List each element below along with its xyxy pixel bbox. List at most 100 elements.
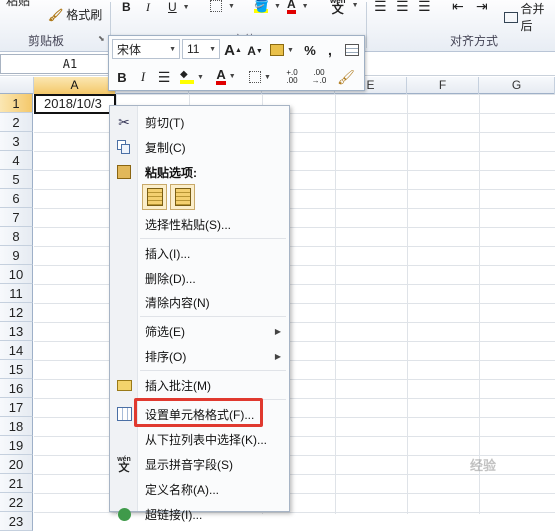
row-header-19[interactable]: 19 (0, 436, 33, 455)
row-header-18[interactable]: 18 (0, 417, 33, 436)
percent-button[interactable]: % (301, 40, 319, 60)
row-header-20[interactable]: 20 (0, 455, 33, 474)
font-name-value: 宋体 (117, 41, 141, 58)
font-color-button[interactable]: A▼ (287, 0, 309, 14)
merge-button[interactable]: 合并后 (504, 0, 555, 34)
bold-button[interactable]: B (113, 67, 131, 87)
fill-color-button[interactable]: ◆▼ (177, 67, 207, 87)
underline-button[interactable]: U▼ (168, 0, 190, 14)
clipboard-group-label: 剪贴板 (28, 32, 64, 49)
row-header-17[interactable]: 17 (0, 398, 33, 417)
align-left-button[interactable]: ☰ (374, 0, 387, 15)
comma-button[interactable]: , (323, 40, 337, 60)
column-header-a[interactable]: A (34, 77, 116, 94)
context-menu: ✂ 剪切(T) 复制(C) 粘贴选项: 选择性粘贴(S)... 插入(I)...… (109, 105, 290, 512)
row-header-3[interactable]: 3 (0, 132, 33, 151)
increase-indent-button[interactable]: ⇥ (476, 0, 488, 15)
paste-option-button[interactable] (142, 184, 167, 210)
highlight-box (134, 398, 263, 427)
paste-values-button[interactable] (170, 184, 195, 210)
phonetic-button[interactable]: wén文▼ (330, 0, 359, 15)
row-header-23[interactable]: 23 (0, 512, 33, 531)
menu-item-sort[interactable]: 排序(O) ▶ (110, 344, 289, 368)
row-header-21[interactable]: 21 (0, 474, 33, 493)
select-all-corner[interactable] (0, 77, 34, 94)
row-header-22[interactable]: 22 (0, 493, 33, 512)
italic-button[interactable]: I (135, 67, 151, 87)
fill-bucket-icon: 🪣 (254, 0, 268, 13)
shrink-font-button[interactable]: A▼ (246, 42, 264, 60)
paste-button[interactable]: 粘贴 (6, 0, 30, 9)
scissors-icon: ✂ (115, 113, 133, 131)
row-header-6[interactable]: 6 (0, 189, 33, 208)
column-line (479, 94, 480, 514)
row-header-7[interactable]: 7 (0, 208, 33, 227)
menu-item-clear-contents[interactable]: 清除内容(N) (110, 290, 289, 314)
dialog-launcher-icon[interactable]: ⬊ (98, 34, 105, 43)
divider (366, 2, 367, 48)
center-button[interactable]: ☰ (155, 67, 173, 87)
format-icon-button[interactable] (343, 41, 361, 59)
row-header-13[interactable]: 13 (0, 322, 33, 341)
bold-button[interactable]: B (122, 0, 131, 14)
menu-item-paste-options: 粘贴选项: (110, 160, 289, 184)
row-header-12[interactable]: 12 (0, 303, 33, 322)
row-header-16[interactable]: 16 (0, 379, 33, 398)
brush-icon: 🖌 (48, 8, 63, 22)
paste-label: 粘贴 (6, 0, 30, 9)
row-header-1[interactable]: 1 (0, 94, 33, 113)
row-header-11[interactable]: 11 (0, 284, 33, 303)
globe-icon (115, 505, 133, 523)
wen-icon: wén文 (115, 455, 133, 473)
row-header-8[interactable]: 8 (0, 227, 33, 246)
clipboard-icon (115, 163, 133, 181)
grow-font-button[interactable]: A▲ (224, 40, 242, 60)
border-button[interactable]: ▼ (210, 0, 235, 12)
menu-item-copy[interactable]: 复制(C) (110, 135, 289, 159)
font-color-icon: A (216, 68, 225, 85)
column-header-f[interactable]: F (407, 77, 479, 94)
menu-item-pick-from-list[interactable]: 从下拉列表中选择(K)... (110, 427, 289, 451)
font-color-button[interactable]: A▼ (211, 66, 241, 86)
menu-item-cut[interactable]: ✂ 剪切(T) (110, 110, 289, 134)
alignment-group-label: 对齐方式 (450, 32, 498, 49)
align-right-button[interactable]: ☰ (418, 0, 431, 15)
align-center-button[interactable]: ☰ (396, 0, 409, 15)
decrease-decimal-button[interactable]: .00 →.0 (307, 67, 331, 87)
format-cells-icon (115, 405, 133, 423)
row-header-14[interactable]: 14 (0, 341, 33, 360)
font-size-dropdown[interactable]: 11 ▼ (182, 39, 220, 59)
borders-button[interactable]: ▼ (245, 67, 275, 87)
fill-color-button[interactable]: 🪣▼ (254, 0, 281, 13)
row-header-9[interactable]: 9 (0, 246, 33, 265)
cell-a1[interactable]: 2018/10/3 (34, 94, 116, 114)
italic-button[interactable]: I (146, 0, 150, 15)
row-header-5[interactable]: 5 (0, 170, 33, 189)
font-size-value: 11 (187, 42, 199, 56)
merge-label: 合并后 (521, 0, 555, 34)
column-line (407, 94, 408, 514)
decrease-indent-button[interactable]: ⇤ (452, 0, 464, 15)
row-header-10[interactable]: 10 (0, 265, 33, 284)
column-header-g[interactable]: G (479, 77, 555, 94)
row-header-15[interactable]: 15 (0, 360, 33, 379)
format-painter-button[interactable]: 🖌 (335, 67, 357, 87)
fill-bucket-icon: ◆ (180, 70, 194, 84)
menu-item-filter[interactable]: 筛选(E) ▶ (110, 319, 289, 343)
column-line (335, 94, 336, 514)
row-header-4[interactable]: 4 (0, 151, 33, 170)
menu-item-show-phonetic[interactable]: wén文 显示拼音字段(S) (110, 452, 289, 476)
font-name-dropdown[interactable]: 宋体 ▼ (112, 39, 180, 59)
menu-item-paste-special[interactable]: 选择性粘贴(S)... (110, 212, 289, 236)
paste-clipboard-icon (147, 188, 163, 206)
accounting-format-button[interactable]: ▼ (269, 40, 295, 60)
menu-item-hyperlink[interactable]: 超链接(I)... (110, 502, 289, 526)
align-center-icon: ☰ (158, 69, 171, 86)
menu-item-define-name[interactable]: 定义名称(A)... (110, 477, 289, 501)
menu-item-insert-comment[interactable]: 插入批注(M) (110, 373, 289, 397)
row-header-2[interactable]: 2 (0, 113, 33, 132)
increase-decimal-button[interactable]: +.0 .00 (281, 67, 303, 87)
format-painter-button[interactable]: 🖌 格式刷 (48, 6, 102, 23)
menu-item-delete[interactable]: 删除(D)... (110, 266, 289, 290)
menu-item-insert[interactable]: 插入(I)... (110, 241, 289, 265)
